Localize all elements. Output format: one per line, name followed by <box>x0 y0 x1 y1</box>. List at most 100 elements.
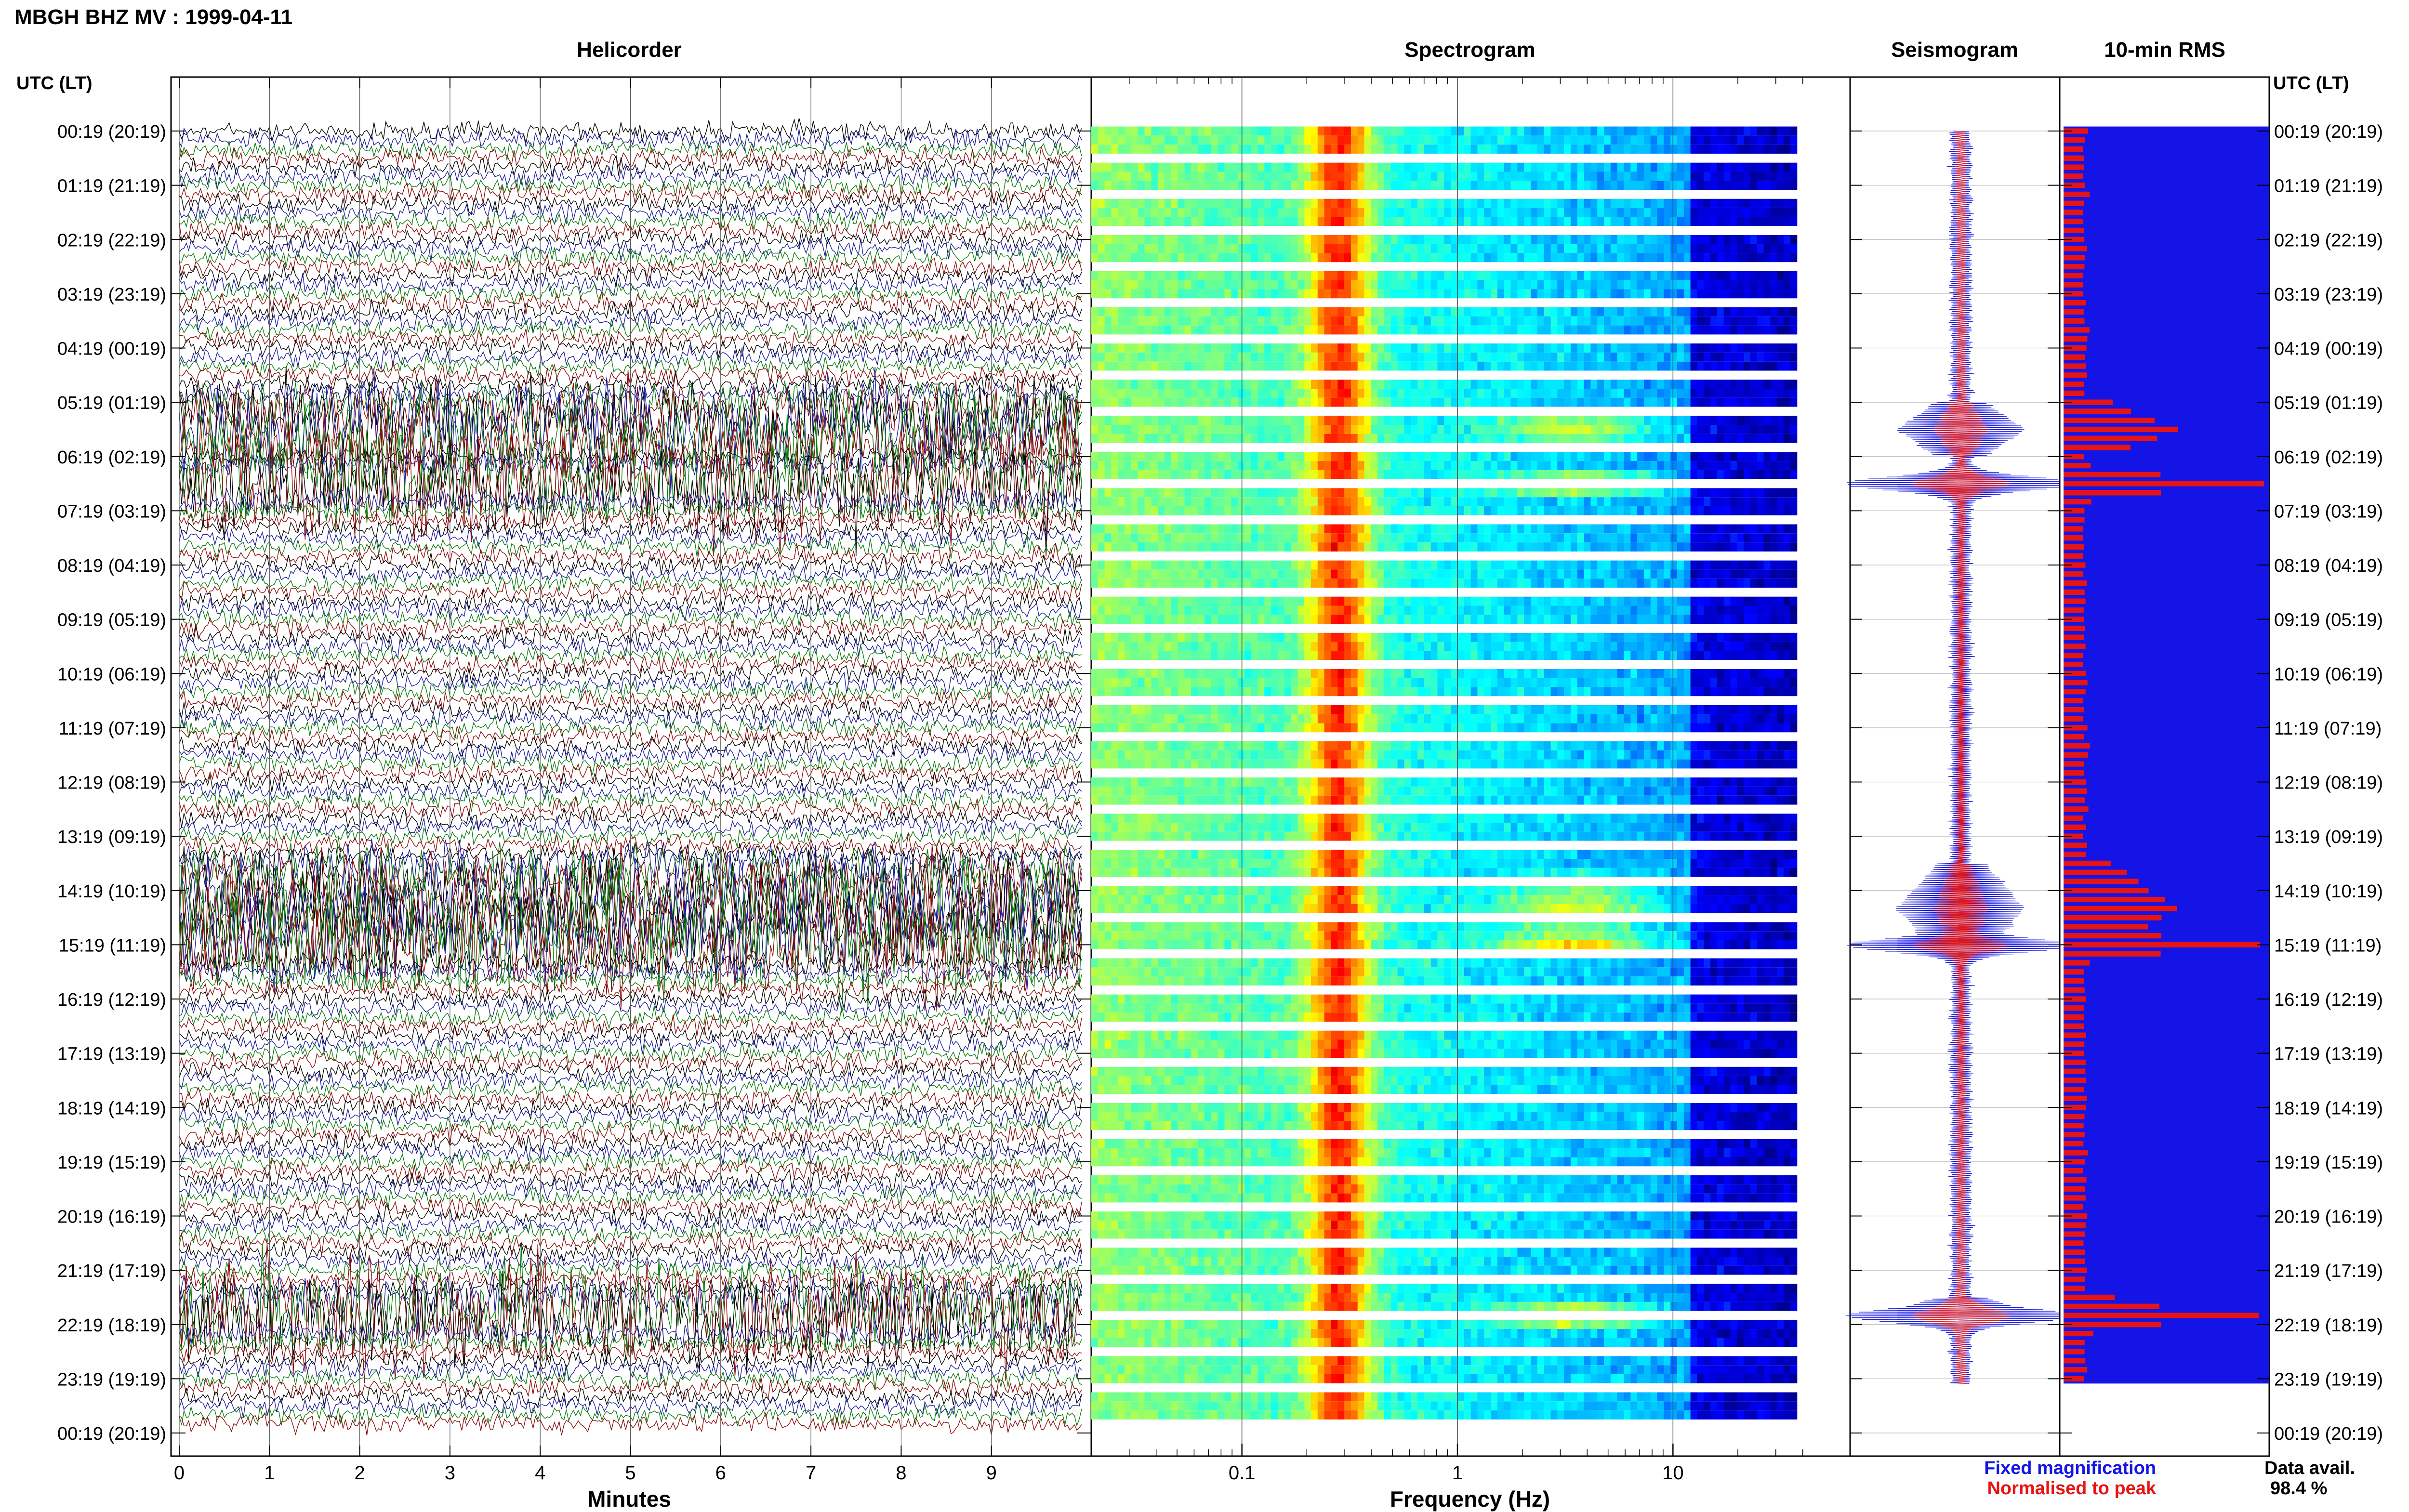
spectrogram-cell <box>1784 271 1791 280</box>
spectrogram-cell <box>1564 560 1571 570</box>
spectrogram-cell <box>1297 461 1305 470</box>
spectrogram-cell <box>1451 452 1458 461</box>
spectrogram-cell <box>1165 470 1172 479</box>
spectrogram-cell <box>1198 452 1205 461</box>
spectrogram-cell <box>1577 352 1585 362</box>
spectrogram-cell <box>1404 488 1411 498</box>
spectrogram-cell <box>1790 171 1798 181</box>
spectrogram-cell <box>1777 632 1784 642</box>
spectrogram-cell <box>1098 244 1105 253</box>
spectrogram-cell <box>1184 434 1191 443</box>
spectrogram-cell <box>1670 361 1678 371</box>
spectrogram-cell <box>1118 289 1125 299</box>
spectrogram-cell <box>1457 271 1465 280</box>
spectrogram-cell <box>1404 289 1411 299</box>
spectrogram-cell <box>1257 669 1265 678</box>
spectrogram-cell <box>1470 389 1478 398</box>
spectrogram-cell <box>1484 497 1491 506</box>
spectrogram-cell <box>1723 425 1731 434</box>
spectrogram-cell <box>1411 289 1418 299</box>
spectrogram-cell <box>1690 542 1697 552</box>
spectrogram-cell <box>1104 397 1112 407</box>
spectrogram-cell <box>1504 307 1511 316</box>
spectrogram-cell <box>1510 596 1518 606</box>
spectrogram-cell <box>1750 569 1758 579</box>
spectrogram-cell <box>1457 642 1465 651</box>
spectrogram-cell <box>1550 271 1558 280</box>
spectrogram-cell <box>1131 651 1138 660</box>
spectrogram-cell <box>1390 325 1398 335</box>
spectrogram-cell <box>1444 416 1451 425</box>
spectrogram-cell <box>1617 615 1624 624</box>
spectrogram-cell <box>1284 253 1292 263</box>
spectrogram-cell <box>1537 235 1545 244</box>
spectrogram-cell <box>1238 425 1245 434</box>
spectrogram-cell <box>1610 560 1618 570</box>
spectrogram-cell <box>1643 198 1651 208</box>
spectrogram-cell <box>1730 380 1737 389</box>
spectrogram-cell <box>1710 434 1718 443</box>
spectrogram-cell <box>1784 235 1791 244</box>
spectrogram-cell <box>1257 208 1265 217</box>
spectrogram-cell <box>1643 352 1651 362</box>
spectrogram-cell <box>1218 542 1225 552</box>
spectrogram-cell <box>1277 135 1285 145</box>
spectrogram-cell <box>1424 171 1431 181</box>
spectrogram-cell <box>1257 569 1265 579</box>
spectrogram-cell <box>1637 615 1644 624</box>
spectrogram-cell <box>1311 642 1318 651</box>
spectrogram-cell <box>1118 615 1125 624</box>
spectrogram-cell <box>1730 208 1737 217</box>
spectrogram-cell <box>1517 397 1524 407</box>
spectrogram-cell <box>1271 208 1278 217</box>
spectrogram-cell <box>1537 397 1545 407</box>
spectrogram-cell <box>1271 181 1278 190</box>
spectrogram-cell <box>1357 488 1365 498</box>
spectrogram-cell <box>1271 126 1278 136</box>
spectrogram-cell <box>1617 181 1624 190</box>
spectrogram-cell <box>1757 145 1764 154</box>
spectrogram-cell <box>1584 198 1591 208</box>
spectrogram-cell <box>1784 579 1791 588</box>
spectrogram-cell <box>1171 289 1178 299</box>
spectrogram-cell <box>1191 533 1198 543</box>
spectrogram-cell <box>1557 126 1564 136</box>
spectrogram-cell <box>1451 470 1458 479</box>
spectrogram-cell <box>1384 596 1391 606</box>
spectrogram-cell <box>1277 307 1285 316</box>
spectrogram-cell <box>1211 289 1218 299</box>
spectrogram-cell <box>1710 579 1718 588</box>
spectrogram-cell <box>1204 361 1212 371</box>
spectrogram-cell <box>1424 271 1431 280</box>
spectrogram-cell <box>1297 605 1305 615</box>
spectrogram-cell <box>1277 596 1285 606</box>
spectrogram-cell <box>1357 470 1365 479</box>
spectrogram-cell <box>1104 497 1112 506</box>
spectrogram-cell <box>1757 397 1764 407</box>
spectrogram-cell <box>1331 524 1338 534</box>
spectrogram-cell <box>1430 596 1438 606</box>
spectrogram-cell <box>1510 615 1518 624</box>
spectrogram-cell <box>1111 605 1118 615</box>
spectrogram-cell <box>1104 244 1112 253</box>
spectrogram-cell <box>1677 506 1684 515</box>
spectrogram-cell <box>1531 632 1538 642</box>
spectrogram-cell <box>1617 343 1624 353</box>
spectrogram-cell <box>1317 434 1325 443</box>
spectrogram-cell <box>1384 651 1391 660</box>
spectrogram-cell <box>1557 244 1564 253</box>
spectrogram-cell <box>1544 126 1551 136</box>
spectrogram-cell <box>1291 271 1298 280</box>
spectrogram-cell <box>1464 533 1471 543</box>
spectrogram-cell <box>1191 352 1198 362</box>
spectrogram-cell <box>1231 171 1238 181</box>
spectrogram-cell <box>1683 397 1691 407</box>
spectrogram-cell <box>1118 244 1125 253</box>
spectrogram-cell <box>1770 470 1777 479</box>
spectrogram-cell <box>1517 579 1524 588</box>
spectrogram-cell <box>1470 289 1478 299</box>
spectrogram-cell <box>1218 380 1225 389</box>
spectrogram-cell <box>1384 325 1391 335</box>
spectrogram-cell <box>1118 416 1125 425</box>
spectrogram-cell <box>1251 560 1258 570</box>
